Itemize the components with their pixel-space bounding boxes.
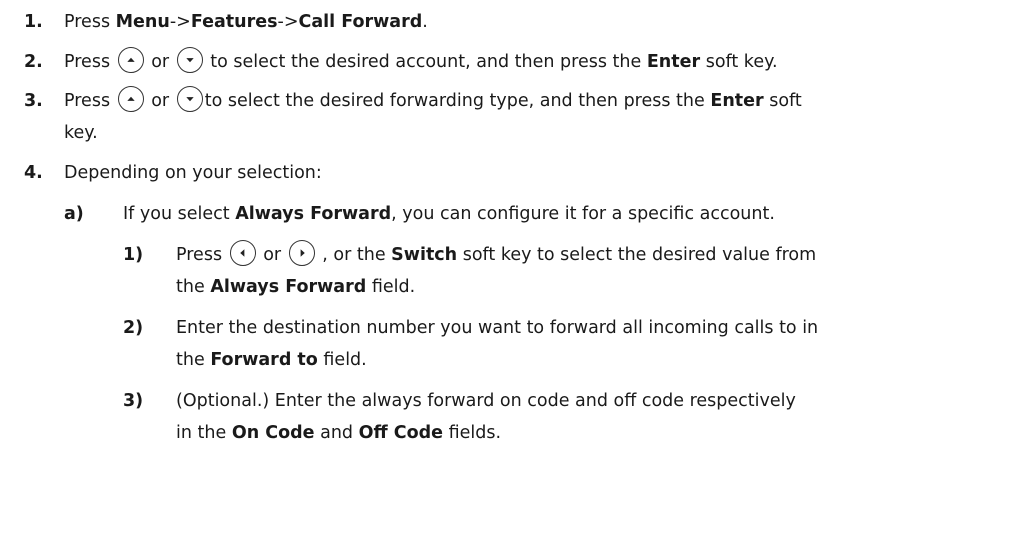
forward-to-label: Forward to bbox=[210, 350, 318, 370]
substep-letter: a) bbox=[64, 204, 84, 224]
menu-label: Menu bbox=[115, 12, 170, 32]
switch-label: Switch bbox=[391, 245, 458, 265]
substep-text-start: If you select bbox=[123, 204, 230, 224]
or-text: or bbox=[263, 245, 282, 265]
instruction-end: soft key. bbox=[705, 52, 778, 72]
the-text: the bbox=[176, 277, 205, 297]
item-number: 1) bbox=[123, 245, 144, 265]
document-page: 1. Press Menu->Features->Call Forward. 2… bbox=[0, 0, 1026, 549]
item-number: 2) bbox=[123, 318, 144, 338]
fields-text: fields. bbox=[448, 423, 502, 443]
item-2-line-2: the Forward to field. bbox=[176, 347, 367, 373]
arrow-left-key-icon bbox=[229, 240, 256, 266]
arrow-up-key-icon bbox=[117, 47, 144, 73]
substep-text-end: , you can configure it for a specific ac… bbox=[391, 204, 775, 224]
arrow-separator: -> bbox=[169, 12, 191, 32]
instruction-end: soft bbox=[769, 91, 802, 111]
the-text: the bbox=[176, 350, 205, 370]
always-forward-label: Always Forward bbox=[235, 204, 392, 224]
press-text: Press bbox=[64, 91, 111, 111]
arrow-separator: -> bbox=[277, 12, 299, 32]
item-2-line-1: Enter the destination number you want to… bbox=[176, 318, 819, 338]
step-3-continuation: key. bbox=[64, 123, 98, 143]
enter-label: Enter bbox=[710, 91, 764, 111]
press-text: Press bbox=[64, 12, 111, 32]
instruction-text: to select the desired account, and then … bbox=[210, 52, 642, 72]
on-code-label: On Code bbox=[231, 423, 315, 443]
always-forward-field-label: Always Forward bbox=[210, 277, 367, 297]
arrow-down-key-icon bbox=[176, 47, 203, 73]
step-number: 4. bbox=[24, 163, 43, 183]
step-number: 3. bbox=[24, 91, 43, 111]
step-1-text: Press Menu->Features->Call Forward. bbox=[64, 9, 428, 35]
arrow-right-key-icon bbox=[288, 240, 315, 266]
item-3-line-1: (Optional.) Enter the always forward on … bbox=[176, 391, 796, 411]
item-3-line-2: in the On Code and Off Code fields. bbox=[176, 420, 501, 446]
features-label: Features bbox=[190, 12, 278, 32]
or-text: or bbox=[151, 52, 170, 72]
enter-label: Enter bbox=[646, 52, 701, 72]
item-1-line-2: the Always Forward field. bbox=[176, 274, 415, 300]
press-text: Press bbox=[64, 52, 111, 72]
step-number: 1. bbox=[24, 12, 43, 32]
substep-a-text: If you select Always Forward, you can co… bbox=[123, 201, 775, 227]
or-the-text: , or the bbox=[322, 245, 386, 265]
step-2-text: Press or to select the desired account, … bbox=[64, 47, 778, 75]
press-text: Press bbox=[176, 245, 223, 265]
arrow-up-key-icon bbox=[117, 86, 144, 112]
and-text: and bbox=[320, 423, 354, 443]
item-number: 3) bbox=[123, 391, 144, 411]
or-text: or bbox=[151, 91, 170, 111]
field-text: field. bbox=[371, 277, 416, 297]
in-the-text: in the bbox=[176, 423, 227, 443]
instruction-text: to select the desired forwarding type, a… bbox=[204, 91, 705, 111]
item-1-line-1: Press or , or the Switch soft key to sel… bbox=[176, 240, 817, 268]
call-forward-label: Call Forward bbox=[298, 12, 423, 32]
step-number: 2. bbox=[24, 52, 43, 72]
period: . bbox=[422, 12, 428, 32]
instruction-text: soft key to select the desired value fro… bbox=[462, 245, 817, 265]
field-text: field. bbox=[323, 350, 367, 370]
step-4-text: Depending on your selection: bbox=[64, 163, 322, 183]
off-code-label: Off Code bbox=[358, 423, 444, 443]
step-3-text: Press or to select the desired forwardin… bbox=[64, 86, 802, 114]
arrow-down-key-icon bbox=[176, 86, 203, 112]
